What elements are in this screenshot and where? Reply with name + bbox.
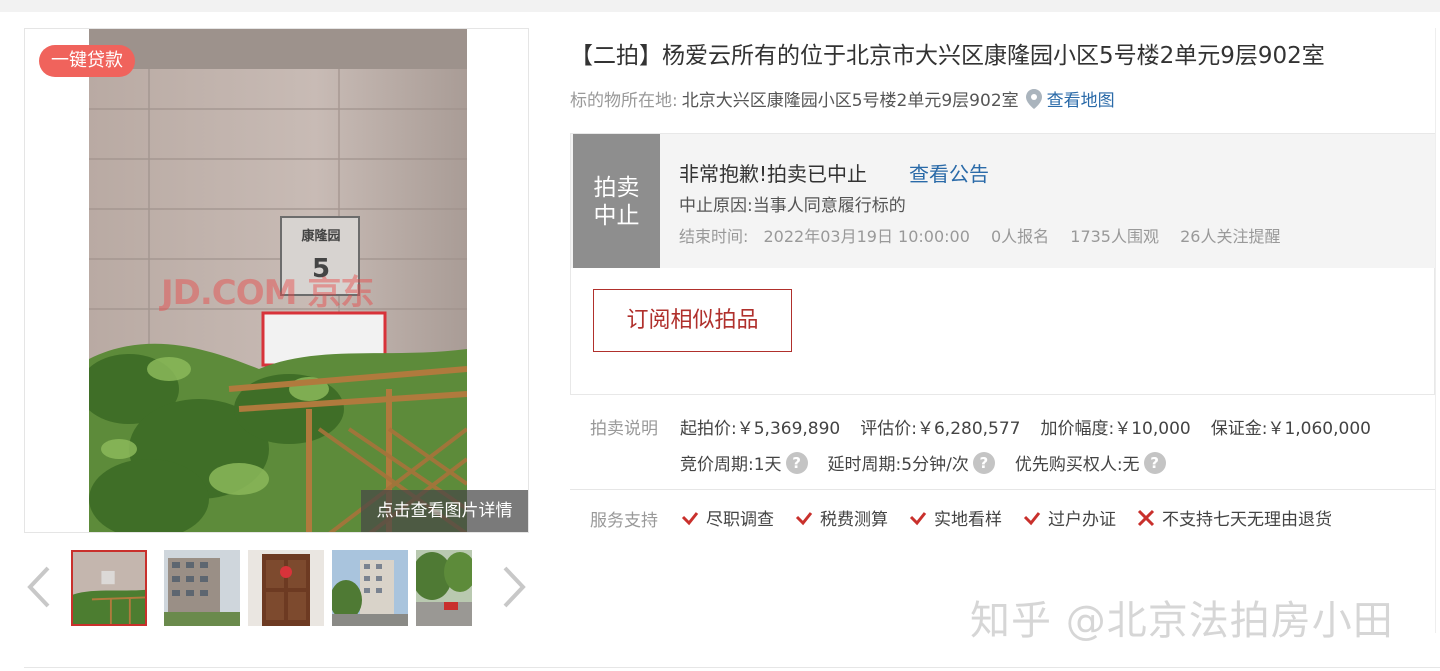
thumbnail-1[interactable] — [71, 550, 147, 626]
loan-badge[interactable]: 一键贷款 — [39, 45, 135, 77]
service-label: 服务支持 — [590, 511, 658, 531]
extension-period-item: 延时周期:5分钟/次 ? — [828, 450, 995, 475]
service-row: 尽职调查 税费测算 实地看样 过户办证 不支持七天无理由退货 — [680, 505, 1352, 530]
service-item-label: 税费测算 — [820, 510, 888, 530]
check-icon — [681, 511, 699, 525]
right-edge — [1435, 28, 1436, 633]
help-icon[interactable]: ? — [785, 451, 808, 474]
chevron-right-icon[interactable] — [499, 564, 529, 610]
end-time: 2022年03月19日 10:00:00 — [763, 227, 970, 246]
location-row: 标的物所在地: 北京大兴区康隆园小区5号楼2单元9层902室 查看地图 — [570, 86, 1115, 111]
section-divider — [570, 489, 1435, 490]
starting-price: 起拍价:￥5,369,890 — [680, 419, 841, 439]
bidding-period: 竞价周期:1天 — [680, 455, 782, 475]
service-item: 尽职调查 — [680, 505, 774, 530]
status-meta: 结束时间: 2022年03月19日 10:00:00 0人报名 1735人围观 … — [679, 223, 1296, 247]
top-band — [0, 0, 1440, 12]
service-item-label: 实地看样 — [934, 510, 1002, 530]
extension-period: 延时周期:5分钟/次 — [827, 455, 969, 475]
cross-icon — [1137, 509, 1155, 526]
auction-info-row-2: 竞价周期:1天 ? 延时周期:5分钟/次 ? 优先购买权人:无 ? — [680, 450, 1186, 475]
thumbnail-4[interactable] — [332, 550, 408, 626]
map-pin-icon[interactable] — [1025, 88, 1043, 110]
status-badge-line1: 拍卖 — [593, 175, 640, 201]
service-item-label: 不支持七天无理由退货 — [1162, 510, 1332, 530]
help-icon[interactable]: ? — [972, 451, 995, 474]
bid-increment: 加价幅度:￥10,000 — [1040, 419, 1191, 439]
end-time-label: 结束时间: — [679, 227, 749, 246]
view-image-detail-button[interactable]: 点击查看图片详情 — [361, 490, 528, 532]
thumbnail-strip — [24, 546, 529, 630]
view-notice-link[interactable]: 查看公告 — [909, 158, 989, 187]
help-icon[interactable]: ? — [1143, 451, 1166, 474]
service-item: 不支持七天无理由退货 — [1136, 505, 1332, 530]
check-icon — [909, 511, 927, 525]
subscribe-similar-button[interactable]: 订阅相似拍品 — [593, 289, 792, 352]
thumbnail-2[interactable] — [164, 550, 240, 626]
view-map-link[interactable]: 查看地图 — [1047, 86, 1115, 111]
location-address: 北京大兴区康隆园小区5号楼2单元9层902室 — [681, 91, 1019, 111]
auction-status-panel: 拍卖 中止 非常抱歉!拍卖已中止 查看公告 中止原因:当事人同意履行标的 结束时… — [570, 133, 1436, 395]
location-label: 标的物所在地: — [570, 91, 678, 111]
service-item: 实地看样 — [908, 505, 1002, 530]
appraised-price: 评估价:￥6,280,577 — [860, 419, 1021, 439]
bidding-period-item: 竞价周期:1天 ? — [680, 450, 808, 475]
status-header: 拍卖 中止 非常抱歉!拍卖已中止 查看公告 中止原因:当事人同意履行标的 结束时… — [571, 134, 1436, 268]
priority-buyer-item: 优先购买权人:无 ? — [1015, 450, 1166, 475]
status-badge-line2: 中止 — [593, 203, 640, 229]
auction-info-label: 拍卖说明 — [590, 419, 658, 439]
page-title: 【二拍】杨爱云所有的位于北京市大兴区康隆园小区5号楼2单元9层902室 — [570, 43, 1325, 69]
main-image[interactable]: JD.COM 京东 康隆园 5 一键贷款 点击查看图片详情 — [24, 28, 529, 533]
building-sign: 康隆园 5 — [283, 219, 359, 293]
priority-buyer: 优先购买权人:无 — [1014, 455, 1140, 475]
bottom-line — [24, 667, 1440, 668]
check-icon — [795, 511, 813, 525]
building-sign-name: 康隆园 — [301, 229, 341, 244]
deposit: 保证金:￥1,060,000 — [1210, 419, 1371, 439]
watcher-count: 1735人围观 — [1070, 227, 1159, 246]
signup-count: 0人报名 — [990, 227, 1050, 246]
thumbnail-5[interactable] — [416, 550, 472, 626]
service-item: 过户办证 — [1022, 505, 1116, 530]
service-item-label: 过户办证 — [1048, 510, 1116, 530]
check-icon — [1023, 511, 1041, 525]
follower-count: 26人关注提醒 — [1180, 227, 1281, 246]
service-item: 税费测算 — [794, 505, 888, 530]
auction-info-row-1: 起拍价:￥5,369,890 评估价:￥6,280,577 加价幅度:￥10,0… — [680, 414, 1391, 439]
status-message: 非常抱歉!拍卖已中止 — [679, 162, 868, 186]
building-sign-number: 5 — [311, 254, 331, 284]
zhihu-watermark: 知乎 @北京法拍房小田 — [970, 598, 1394, 644]
service-item-label: 尽职调查 — [706, 510, 774, 530]
suspension-reason: 中止原因:当事人同意履行标的 — [679, 196, 906, 216]
status-badge: 拍卖 中止 — [573, 134, 660, 268]
thumbnail-3[interactable] — [248, 550, 324, 626]
chevron-left-icon[interactable] — [24, 564, 54, 610]
